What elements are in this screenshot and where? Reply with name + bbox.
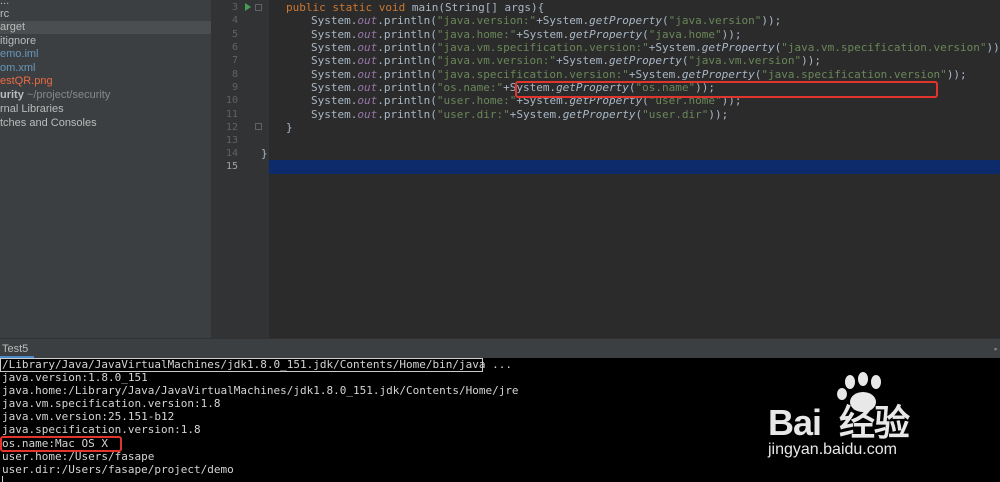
line-number: 14 [225,148,238,159]
highlight-box-os-name-code [515,81,938,98]
project-item-pom-xml[interactable]: om.xml [0,62,35,75]
watermark-logo-text: Bai 经验 [768,402,910,443]
code-line-3: public static void main(String[] args){ [286,1,545,14]
line-number: 13 [225,135,238,146]
fold-icon[interactable] [255,123,262,130]
project-item-partial[interactable]: ... [0,0,9,8]
project-panel: ... rc arget itignore emo.iml om.xml est… [0,0,211,338]
line-number: 5 [231,29,238,40]
project-item-label: urity [0,89,24,101]
highlight-box-os-name-output [0,436,122,452]
line-number: 11 [225,109,238,120]
line-number: 3 [231,2,238,13]
project-item-scratches[interactable]: tches and Consoles [0,117,97,130]
code-line-14: } [261,147,268,160]
watermark-url: jingyan.baidu.com [768,441,897,458]
line-number: 4 [231,15,238,26]
code-editor[interactable]: 3 4 5 6 7 8 9 10 11 12 13 14 15 public s… [211,0,1000,338]
project-item-label: rc [0,8,10,20]
console-line: java.vm.specification.version:1.8 [2,397,221,410]
fold-icon[interactable] [255,4,262,11]
project-item-label: estQR.png [0,75,53,87]
console-line: java.version:1.8.0_151 [2,371,148,384]
line-number: 7 [231,55,238,66]
code-line-11: System.out.println("user.dir:"+System.ge… [311,108,729,121]
project-item-target[interactable]: arget [0,21,211,34]
run-tool-window-header: Test5 ▪ [0,338,1000,358]
run-gutter-icon[interactable] [245,3,251,11]
code-line-6: System.out.println("java.vm.specificatio… [311,41,1000,54]
run-tab-test5[interactable]: Test5 [2,342,28,356]
project-item-path: ~/project/security [26,89,111,101]
console-line: java.vm.version:25.151-b12 [2,410,175,423]
line-number: 12 [225,122,238,133]
editor-gutter: 3 4 5 6 7 8 9 10 11 12 13 14 15 [211,0,269,338]
project-item-label: arget [0,21,26,33]
code-line-12: } [286,121,293,134]
console-cursor [2,476,3,482]
project-item-label: rnal Libraries [0,103,64,115]
console-line: java.home:/Library/Java/JavaVirtualMachi… [2,384,519,397]
line-number: 10 [225,95,238,106]
project-item-testqr-png[interactable]: estQR.png [0,75,53,88]
project-item-external-libraries[interactable]: rnal Libraries [0,103,64,116]
line-number: 9 [231,82,238,93]
project-item-demo-iml[interactable]: emo.iml [0,48,39,61]
baidu-jingyan-watermark: Bai 经验 jingyan.baidu.com [760,372,1000,482]
project-item-src[interactable]: rc [0,8,9,21]
project-item-label: om.xml [0,62,36,74]
project-item-label: emo.iml [0,48,39,60]
panel-options-icon[interactable]: ▪ [994,344,999,354]
code-line-4: System.out.println("java.version:"+Syste… [311,14,782,27]
code-line-5: System.out.println("java.home:"+System.g… [311,28,742,41]
line-number: 8 [231,69,238,80]
code-line-8: System.out.println("java.specification.v… [311,68,967,81]
console-line: /Library/Java/JavaVirtualMachines/jdk1.8… [2,358,512,371]
project-item-label: tches and Consoles [0,117,97,129]
code-line-7: System.out.println("java.vm.version:"+Sy… [311,54,821,67]
current-line-highlight [269,160,1000,174]
project-item-gitignore[interactable]: itignore [0,35,36,48]
line-number: 6 [231,42,238,53]
project-item-security[interactable]: urity ~/project/security [0,89,110,102]
line-number-current: 15 [225,161,238,172]
project-item-label: itignore [0,35,37,47]
console-line: java.specification.version:1.8 [2,423,201,436]
console-line: user.dir:/Users/fasape/project/demo [2,463,234,476]
